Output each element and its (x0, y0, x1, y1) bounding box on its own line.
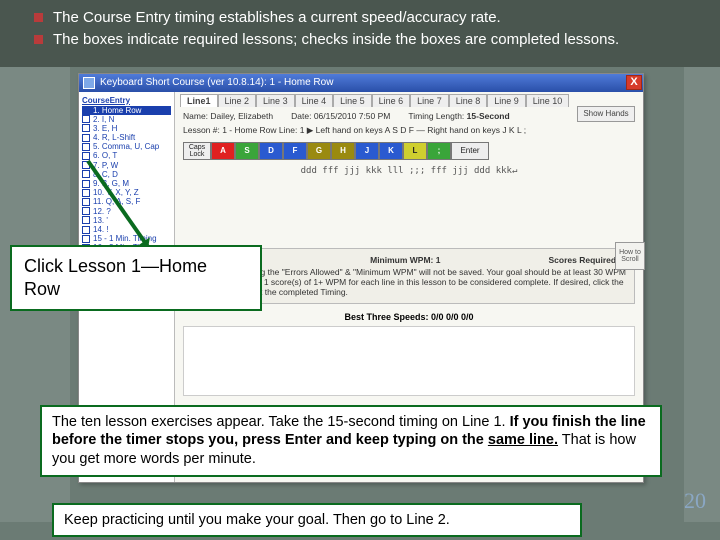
tab-line3[interactable]: Line 3 (256, 94, 295, 107)
key-h: H (331, 142, 355, 160)
key-g: G (307, 142, 331, 160)
exercise-text: ddd fff jjj kkk lll ;;; fff jjj ddd kkk↵ (175, 164, 643, 178)
checkbox-icon (82, 198, 90, 206)
timing-label: Timing Length: (408, 111, 464, 121)
window-title: Keyboard Short Course (ver 10.8.14): 1 -… (100, 77, 333, 88)
bullet-icon (34, 13, 43, 22)
checkbox-icon (82, 115, 90, 123)
checkbox-icon (82, 134, 90, 142)
name-label: Name: (183, 111, 208, 121)
checkbox-icon (82, 170, 90, 178)
callout-click-lesson: Click Lesson 1—Home Row (10, 245, 262, 312)
lesson-item[interactable]: 11. Q, A, S, F (82, 197, 171, 206)
line-tabs: Line1 Line 2 Line 3 Line 4 Line 5 Line 6… (175, 92, 643, 107)
min-wpm: Minimum WPM: 1 (370, 255, 440, 265)
lesson-label: 4. R, L-Shift (93, 133, 135, 142)
info-line: Name: Dailey, Elizabeth Date: 06/15/2010… (175, 107, 643, 125)
lesson-item[interactable]: 14. ! (82, 225, 171, 234)
show-hands-button[interactable]: Show Hands (577, 106, 635, 122)
tab-line1[interactable]: Line1 (180, 94, 218, 107)
key-semicolon: ; (427, 142, 451, 160)
keyboard-row: Caps Lock A S D F G H J K L ; Enter (183, 142, 635, 160)
bullet-2: The boxes indicate required lessons; che… (53, 30, 702, 50)
checkbox-icon (82, 189, 90, 197)
lesson-label: 2. I, N (93, 115, 114, 124)
bg-stripe-right (684, 67, 720, 522)
lesson-item[interactable]: 6. O, T (82, 151, 171, 160)
checkbox-icon (82, 106, 90, 114)
checkbox-icon (82, 235, 90, 243)
lesson-description: Lesson #: 1 - Home Row Line: 1 ▶ Left ha… (175, 125, 643, 140)
callout-keep-practicing: Keep practicing until you make your goal… (52, 503, 582, 538)
app-icon (83, 77, 95, 89)
title-bar[interactable]: Keyboard Short Course (ver 10.8.14): 1 -… (79, 74, 643, 92)
key-k: K (379, 142, 403, 160)
key-caps: Caps Lock (183, 142, 211, 160)
checkbox-icon (82, 180, 90, 188)
lesson-item[interactable]: 15 - 1 Min. Timing (82, 234, 171, 243)
lesson-label: 7. P, W (93, 161, 118, 170)
callout-text-underline: same line. (488, 432, 558, 448)
tab-line4[interactable]: Line 4 (295, 94, 334, 107)
checkbox-icon (82, 143, 90, 151)
bullet-1: The Course Entry timing establishes a cu… (53, 8, 702, 28)
tab-line2[interactable]: Line 2 (218, 94, 257, 107)
bullet-icon (34, 35, 43, 44)
tab-line8[interactable]: Line 8 (449, 94, 488, 107)
tab-line5[interactable]: Line 5 (333, 94, 372, 107)
timing-value: 15-Second (467, 111, 510, 121)
checkbox-icon (82, 124, 90, 132)
date-value: 06/15/2010 7:50 PM (314, 111, 391, 121)
page-number: 20 (684, 488, 706, 514)
tab-line9[interactable]: Line 9 (487, 94, 526, 107)
checkbox-icon (82, 216, 90, 224)
tab-line6[interactable]: Line 6 (372, 94, 411, 107)
scroll-hint-button[interactable]: How to Scroll (615, 242, 645, 270)
lesson-label: 1. Home Row (93, 106, 141, 115)
lesson-label: 6. O, T (93, 151, 117, 160)
lesson-item[interactable]: 5. Comma, U, Cap (82, 142, 171, 151)
key-j: J (355, 142, 379, 160)
key-s: S (235, 142, 259, 160)
key-l: L (403, 142, 427, 160)
callout-text: The ten lesson exercises appear. Take th… (52, 414, 510, 430)
lesson-item-selected[interactable]: 1. Home Row (82, 106, 171, 115)
lesson-item[interactable]: 2. I, N (82, 115, 171, 124)
lesson-label: 10. V, X, Y, Z (93, 188, 139, 197)
intro-bullets: The Course Entry timing establishes a cu… (0, 0, 720, 67)
lesson-item[interactable]: 4. R, L-Shift (82, 133, 171, 142)
lesson-item[interactable]: 9. B, G, M (82, 179, 171, 188)
lesson-list-header: CourseEntry (82, 96, 171, 105)
key-a: A (211, 142, 235, 160)
name-value: Dailey, Elizabeth (210, 111, 273, 121)
key-f: F (283, 142, 307, 160)
tab-line7[interactable]: Line 7 (410, 94, 449, 107)
checkbox-icon (82, 207, 90, 215)
lesson-label: 14. ! (93, 225, 109, 234)
callout-exercises: The ten lesson exercises appear. Take th… (40, 405, 662, 478)
key-d: D (259, 142, 283, 160)
lesson-label: 12. ? (93, 207, 111, 216)
lesson-label: 5. Comma, U, Cap (93, 142, 159, 151)
lesson-label: 13. ' (93, 216, 108, 225)
lesson-label: 3. E, H (93, 124, 117, 133)
date-label: Date: (291, 111, 311, 121)
typing-area[interactable] (183, 326, 635, 396)
key-enter: Enter (451, 142, 489, 160)
tab-line10[interactable]: Line 10 (526, 94, 570, 107)
close-button[interactable]: X (626, 75, 642, 90)
lesson-item[interactable]: 3. E, H (82, 124, 171, 133)
checkbox-icon (82, 226, 90, 234)
lesson-item[interactable]: 10. V, X, Y, Z (82, 188, 171, 197)
